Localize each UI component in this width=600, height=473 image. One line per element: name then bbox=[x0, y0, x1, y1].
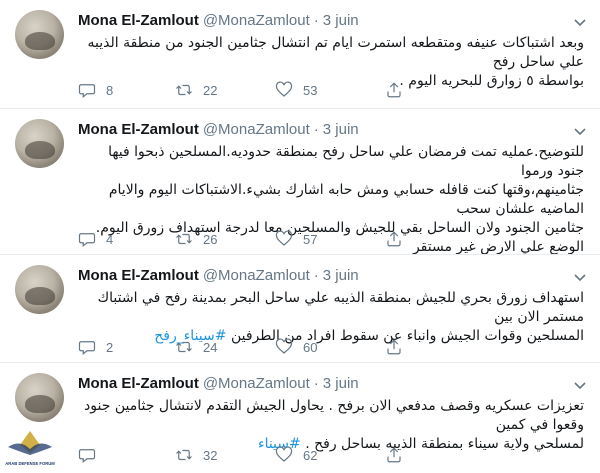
avatar[interactable] bbox=[15, 265, 64, 314]
share-button[interactable] bbox=[385, 445, 403, 465]
tweet-line: استهداف زورق بحري للجيش بمنطقة الذيبه عل… bbox=[97, 290, 584, 325]
share-icon bbox=[387, 82, 401, 98]
share-button[interactable] bbox=[385, 80, 403, 100]
tweet-header: Mona El-Zamlout @MonaZamlout · 3 juin bbox=[78, 10, 359, 32]
retweet-icon bbox=[176, 449, 192, 461]
like-count: 60 bbox=[303, 339, 318, 355]
reply-button[interactable]: 8 bbox=[78, 80, 113, 100]
retweet-button[interactable]: 22 bbox=[175, 80, 217, 100]
like-button[interactable]: 53 bbox=[275, 80, 317, 100]
tweet[interactable]: Mona El-Zamlout @MonaZamlout · 3 juin استهد… bbox=[0, 255, 600, 362]
like-button[interactable]: 62 bbox=[275, 445, 317, 465]
chevron-down-icon[interactable] bbox=[572, 123, 588, 139]
like-count: 62 bbox=[303, 447, 318, 463]
tweet-line: للتوضيح.عمليه تمت فرمضان علي ساحل رفح بم… bbox=[108, 144, 584, 179]
avatar[interactable] bbox=[15, 119, 64, 168]
like-count: 53 bbox=[303, 82, 318, 98]
retweet-icon bbox=[176, 341, 192, 353]
tweet-line: جثامينهم،وقتها كنت قافله حسابي ومش حابه … bbox=[108, 182, 584, 217]
heart-icon bbox=[275, 230, 293, 246]
reply-count: 4 bbox=[106, 231, 114, 247]
tweet-actions: 2 24 60 bbox=[78, 337, 498, 357]
avatar[interactable] bbox=[15, 373, 64, 422]
retweet-button[interactable]: 24 bbox=[175, 337, 217, 357]
heart-icon bbox=[275, 81, 293, 97]
share-icon bbox=[387, 447, 401, 463]
retweet-count: 24 bbox=[203, 339, 218, 355]
share-icon bbox=[387, 231, 401, 247]
tweet-header: Mona El-Zamlout @MonaZamlout · 3 juin bbox=[78, 265, 359, 287]
reply-count: 2 bbox=[106, 339, 114, 355]
tweet[interactable]: Mona El-Zamlout @MonaZamlout · 3 juin تعزيز… bbox=[0, 363, 600, 473]
tweet-date[interactable]: 3 juin bbox=[323, 12, 359, 29]
author-name[interactable]: Mona El-Zamlout bbox=[78, 12, 199, 29]
share-button[interactable] bbox=[385, 229, 403, 249]
like-count: 57 bbox=[303, 231, 318, 247]
svg-text:ARAB DEFENSE FORUM: ARAB DEFENSE FORUM bbox=[5, 461, 55, 466]
tweet[interactable]: Mona El-Zamlout @MonaZamlout · 3 juin للتوض… bbox=[0, 109, 600, 255]
chevron-down-icon[interactable] bbox=[572, 269, 588, 285]
retweet-button[interactable]: 32 bbox=[175, 445, 217, 465]
author-name[interactable]: Mona El-Zamlout bbox=[78, 375, 199, 392]
heart-icon bbox=[275, 338, 293, 354]
author-name[interactable]: Mona El-Zamlout bbox=[78, 121, 199, 138]
reply-icon bbox=[78, 341, 96, 355]
reply-button[interactable]: 2 bbox=[78, 337, 113, 357]
retweet-count: 32 bbox=[203, 447, 218, 463]
author-name[interactable]: Mona El-Zamlout bbox=[78, 267, 199, 284]
tweet-date[interactable]: 3 juin bbox=[323, 121, 359, 138]
like-button[interactable]: 57 bbox=[275, 229, 317, 249]
tweet-actions: 32 62 bbox=[78, 445, 498, 465]
reply-button[interactable] bbox=[78, 445, 106, 465]
reply-count: 8 bbox=[106, 82, 114, 98]
tweet-header: Mona El-Zamlout @MonaZamlout · 3 juin bbox=[78, 373, 359, 395]
reply-icon bbox=[78, 233, 96, 247]
share-button[interactable] bbox=[385, 337, 403, 357]
avatar[interactable] bbox=[15, 10, 64, 59]
heart-icon bbox=[275, 446, 293, 462]
retweet-count: 26 bbox=[203, 231, 218, 247]
separator: · bbox=[313, 121, 319, 138]
retweet-icon bbox=[176, 84, 192, 96]
chevron-down-icon[interactable] bbox=[572, 377, 588, 393]
tweet-line: وبعد اشتباكات عنيفه ومتقطعه استمرت ايام … bbox=[87, 35, 584, 70]
forum-logo-watermark: ARAB DEFENSE FORUM bbox=[5, 431, 55, 466]
chevron-down-icon[interactable] bbox=[572, 14, 588, 30]
retweet-icon bbox=[176, 233, 192, 245]
author-handle[interactable]: @MonaZamlout bbox=[203, 121, 310, 138]
reply-icon bbox=[78, 84, 96, 98]
reply-button[interactable]: 4 bbox=[78, 229, 113, 249]
retweet-count: 22 bbox=[203, 82, 218, 98]
separator: · bbox=[313, 267, 319, 284]
tweet-line: تعزيزات عسكريه وقصف مدفعي الان برفح . يح… bbox=[84, 398, 584, 433]
retweet-button[interactable]: 26 bbox=[175, 229, 217, 249]
share-icon bbox=[387, 339, 401, 355]
tweet-date[interactable]: 3 juin bbox=[323, 267, 359, 284]
author-handle[interactable]: @MonaZamlout bbox=[203, 267, 310, 284]
author-handle[interactable]: @MonaZamlout bbox=[203, 12, 310, 29]
tweet-actions: 4 26 57 bbox=[78, 229, 498, 249]
tweet-actions: 8 22 53 bbox=[78, 80, 498, 100]
like-button[interactable]: 60 bbox=[275, 337, 317, 357]
separator: · bbox=[313, 12, 319, 29]
tweet-date[interactable]: 3 juin bbox=[323, 375, 359, 392]
tweet-header: Mona El-Zamlout @MonaZamlout · 3 juin bbox=[78, 119, 359, 141]
author-handle[interactable]: @MonaZamlout bbox=[203, 375, 310, 392]
separator: · bbox=[313, 375, 319, 392]
tweet[interactable]: Mona El-Zamlout @MonaZamlout · 3 juin وبعد … bbox=[0, 0, 600, 108]
reply-icon bbox=[78, 449, 96, 463]
